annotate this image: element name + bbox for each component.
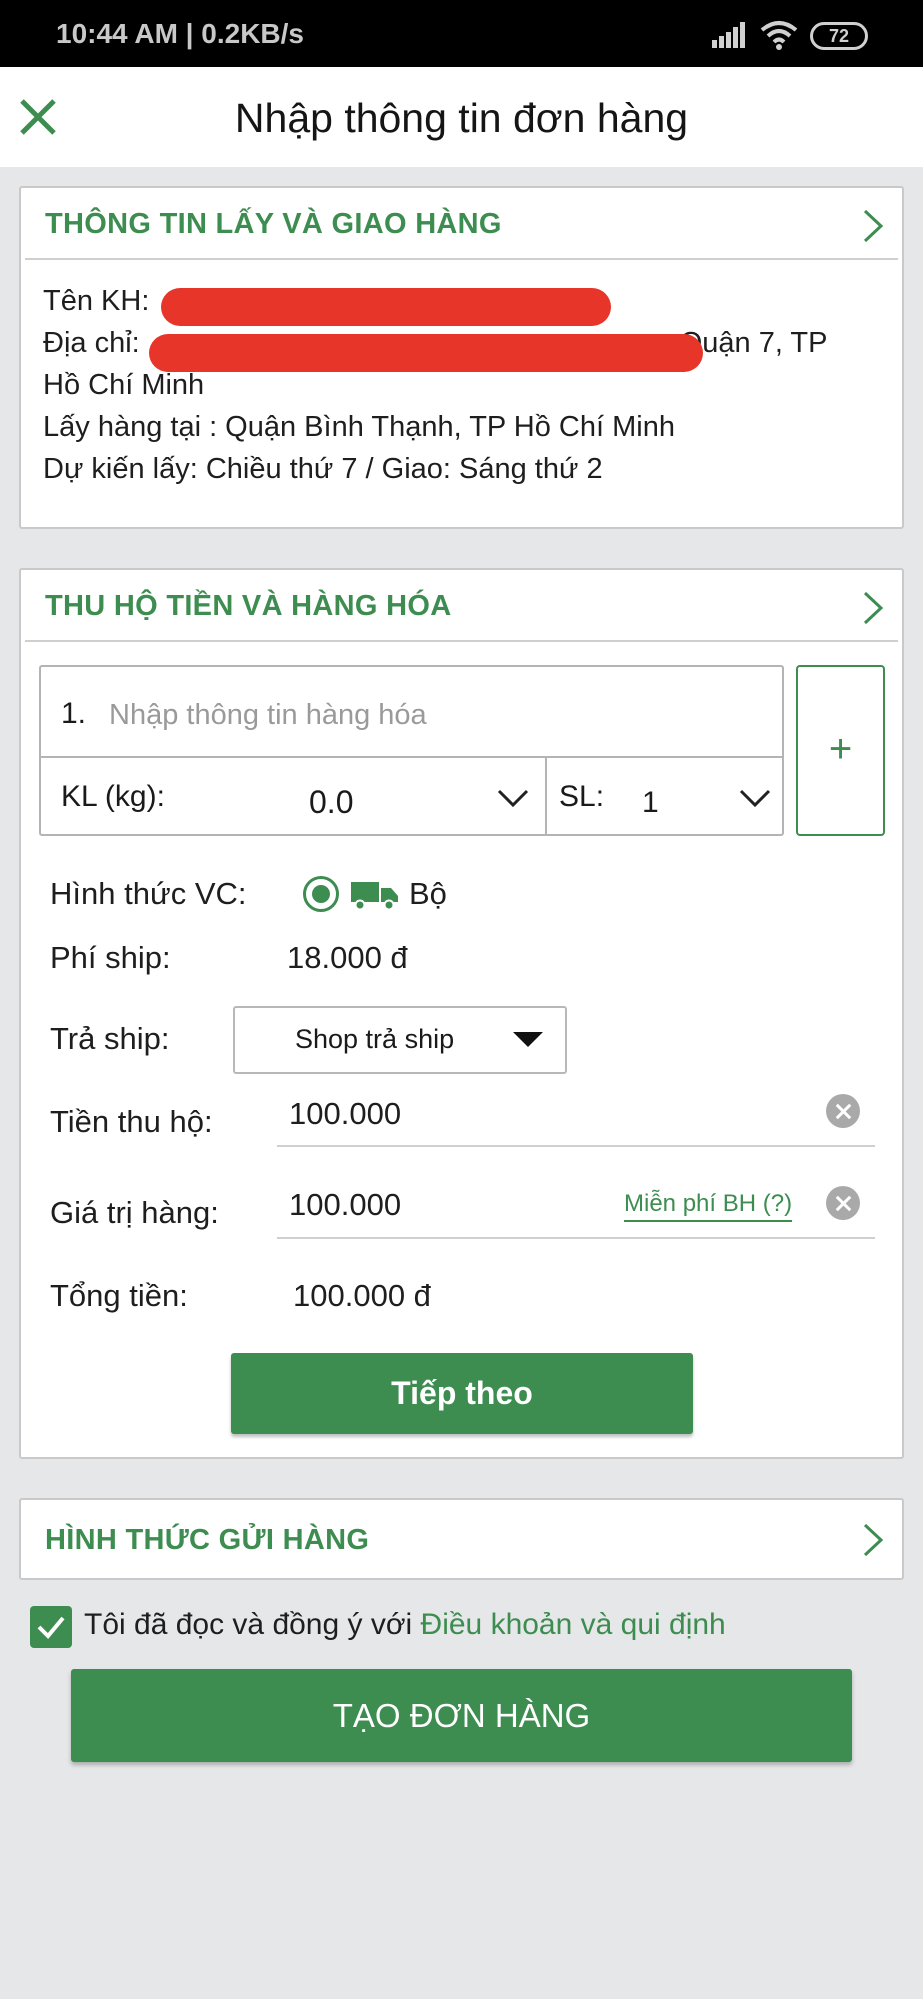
battery-icon: 72: [810, 22, 868, 50]
pickup-delivery-header[interactable]: THÔNG TIN LẤY VÀ GIAO HÀNG: [25, 188, 898, 260]
transport-value: Bộ: [409, 876, 447, 911]
truck-icon: [351, 882, 398, 910]
section-title: HÌNH THỨC GỬI HÀNG: [45, 1524, 370, 1556]
ship-fee-value: 18.000 đ: [287, 940, 408, 975]
goods-item: 1. Nhập thông tin hàng hóa KL (kg): 0.0 …: [39, 665, 784, 836]
chevron-right-icon: [863, 1523, 884, 1557]
wifi-icon: [760, 21, 798, 50]
dropdown-arrow-icon: [513, 1032, 543, 1047]
check-icon: [37, 1616, 65, 1639]
goods-weight-qty-row: KL (kg): 0.0 SL: 1: [41, 758, 782, 834]
goods-value-input[interactable]: 100.000: [289, 1187, 401, 1223]
divider: [545, 758, 547, 834]
next-button[interactable]: Tiếp theo: [231, 1353, 693, 1434]
ship-payer-value: Shop trả ship: [295, 1024, 455, 1054]
expected-schedule: Dự kiến lấy: Chiều thứ 7 / Giao: Sáng th…: [43, 453, 603, 485]
quantity-label: SL:: [559, 780, 605, 813]
redaction-mark: [149, 334, 703, 372]
goods-name-row[interactable]: 1. Nhập thông tin hàng hóa: [41, 667, 782, 758]
cod-goods-header[interactable]: THU HỘ TIỀN VÀ HÀNG HÓA: [25, 570, 898, 642]
weight-select[interactable]: 0.0: [309, 784, 353, 821]
pickup-delivery-card: THÔNG TIN LẤY VÀ GIAO HÀNG Tên KH: Địa c…: [19, 186, 904, 529]
chevron-right-icon: [863, 591, 884, 625]
weight-label: KL (kg):: [61, 780, 165, 813]
cod-input[interactable]: 100.000: [289, 1096, 401, 1132]
agreement-text: Tôi đã đọc và đồng ý với Điều khoản và q…: [84, 1608, 726, 1641]
chevron-down-icon[interactable]: [497, 788, 529, 808]
chevron-right-icon: [863, 209, 884, 243]
create-order-button[interactable]: TẠO ĐƠN HÀNG: [71, 1669, 852, 1762]
send-method-header[interactable]: HÌNH THỨC GỬI HÀNG: [25, 1500, 898, 1578]
transport-radio[interactable]: [303, 876, 339, 912]
send-method-card: HÌNH THỨC GỬI HÀNG: [19, 1498, 904, 1580]
terms-link[interactable]: Điều khoản và qui định: [421, 1608, 726, 1641]
item-number: 1.: [61, 697, 87, 730]
page-title: Nhập thông tin đơn hàng: [234, 95, 689, 141]
add-item-button[interactable]: +: [796, 665, 885, 836]
redaction-mark: [161, 288, 611, 326]
cod-label: Tiền thu hộ:: [50, 1104, 213, 1139]
clear-cod-icon[interactable]: [826, 1094, 860, 1128]
goods-name-input[interactable]: Nhập thông tin hàng hóa: [109, 699, 427, 732]
total-label: Tổng tiền:: [50, 1278, 188, 1313]
section-title: THÔNG TIN LẤY VÀ GIAO HÀNG: [45, 208, 502, 240]
insurance-link[interactable]: Miễn phí BH (?): [624, 1190, 793, 1222]
app-bar: Nhập thông tin đơn hàng: [0, 67, 923, 167]
ship-fee-label: Phí ship:: [50, 940, 171, 975]
section-title: THU HỘ TIỀN VÀ HÀNG HÓA: [45, 590, 452, 622]
status-time: 10:44 AM | 0.2KB/s: [56, 18, 305, 49]
quantity-select[interactable]: 1: [642, 786, 659, 820]
total-value: 100.000 đ: [293, 1278, 431, 1313]
goods-value-underline: [277, 1237, 875, 1239]
pickup-location: Lấy hàng tại : Quận Bình Thạnh, TP Hồ Ch…: [43, 411, 675, 443]
cod-goods-card: THU HỘ TIỀN VÀ HÀNG HÓA 1. Nhập thông ti…: [19, 568, 904, 1459]
chevron-down-icon[interactable]: [739, 788, 771, 808]
transport-label: Hình thức VC:: [50, 876, 247, 911]
goods-value-label: Giá trị hàng:: [50, 1195, 219, 1230]
status-bar: 10:44 AM | 0.2KB/s 72: [0, 0, 923, 67]
ship-payer-select[interactable]: Shop trả ship: [233, 1006, 567, 1074]
cod-underline: [277, 1145, 875, 1147]
ship-payer-label: Trả ship:: [50, 1021, 170, 1056]
signal-icon: [712, 22, 745, 48]
agree-checkbox[interactable]: [30, 1606, 72, 1648]
clear-goods-value-icon[interactable]: [826, 1186, 860, 1220]
